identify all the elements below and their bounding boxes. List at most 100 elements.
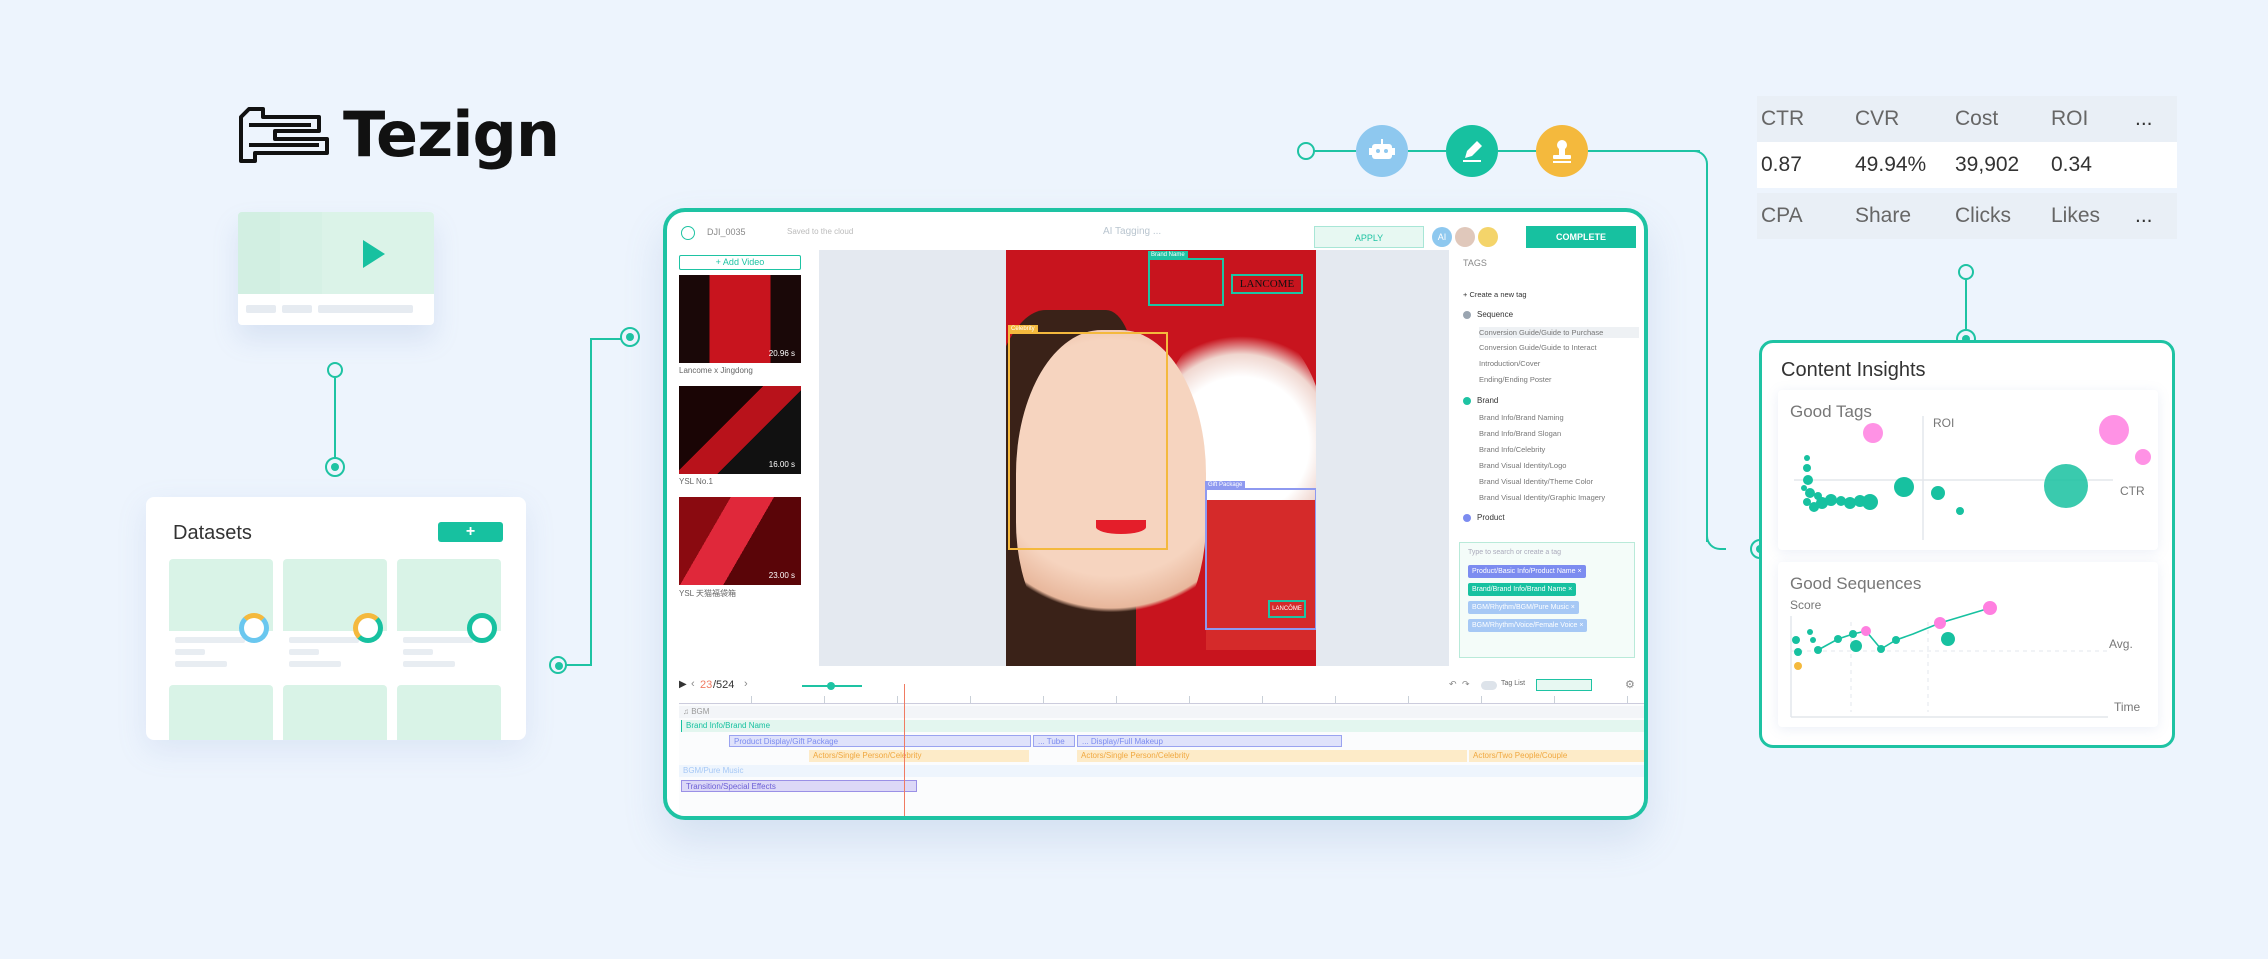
track-product[interactable]: ... Tube bbox=[1033, 735, 1075, 747]
metrics-more-row: CPA Share Clicks Likes ... bbox=[1757, 193, 2177, 239]
tag-group-sequence[interactable]: Sequence bbox=[1463, 310, 1513, 319]
undo-icon[interactable]: ↶ bbox=[1449, 679, 1457, 690]
track-transition[interactable]: Transition/Special Effects bbox=[681, 780, 917, 792]
tag-chip[interactable]: Product/Basic Info/Product Name × bbox=[1468, 565, 1586, 578]
tezign-logo-icon bbox=[239, 106, 329, 163]
apply-button[interactable]: APPLY bbox=[1314, 226, 1424, 248]
tag-list-label: Tag List bbox=[1501, 680, 1526, 687]
ai-avatar[interactable]: AI bbox=[1432, 227, 1452, 247]
tag-group-brand[interactable]: Brand bbox=[1463, 396, 1498, 405]
tag-item[interactable]: Brand Visual Identity/Graphic Imagery bbox=[1479, 493, 1605, 502]
connector-line bbox=[1314, 150, 1356, 152]
track-bgm-music[interactable]: BGM/Pure Music bbox=[679, 765, 1644, 777]
settings-gear-icon[interactable]: ⚙ bbox=[1625, 678, 1635, 691]
zoom-slider-handle[interactable] bbox=[827, 682, 835, 690]
timeline[interactable]: ♫ BGM Brand Info/Brand Name Product Disp… bbox=[679, 696, 1644, 816]
insights-title: Content Insights bbox=[1781, 359, 1926, 381]
tag-item[interactable]: Brand Info/Brand Slogan bbox=[1479, 429, 1561, 438]
selected-tags-box[interactable]: Type to search or create a tag Product/B… bbox=[1459, 542, 1635, 658]
video-label: YSL No.1 bbox=[679, 477, 713, 486]
stamp-avatar[interactable] bbox=[1478, 227, 1498, 247]
stamp-icon[interactable] bbox=[1536, 125, 1588, 177]
prev-frame-icon[interactable]: ‹ bbox=[691, 678, 695, 690]
video-thumbnail[interactable]: 16.00 s bbox=[679, 386, 801, 474]
play-icon[interactable] bbox=[363, 240, 385, 268]
view-toggle[interactable] bbox=[1536, 679, 1592, 691]
lancome-detection-box[interactable]: LANCOME bbox=[1231, 274, 1303, 294]
track-bgm[interactable]: ♫ BGM bbox=[679, 706, 1644, 718]
add-video-button[interactable]: + Add Video bbox=[679, 255, 801, 270]
person-detection-box[interactable]: Celebrity bbox=[1008, 325, 1168, 550]
tag-item[interactable]: Brand Info/Brand Naming bbox=[1479, 413, 1564, 422]
metrics-value-row: 0.87 49.94% 39,902 0.34 bbox=[1757, 142, 2177, 188]
dataset-card[interactable] bbox=[169, 685, 273, 740]
time-ruler[interactable] bbox=[679, 696, 1644, 704]
tag-item[interactable]: Conversion Guide/Guide to Interact bbox=[1479, 343, 1597, 352]
user-avatar[interactable] bbox=[1455, 227, 1475, 247]
connector-node bbox=[325, 457, 345, 477]
robot-icon[interactable] bbox=[1356, 125, 1408, 177]
good-tags-bubbles bbox=[1794, 415, 2151, 540]
total-frames: /524 bbox=[713, 679, 735, 691]
dataset-card[interactable] bbox=[283, 685, 387, 740]
tags-panel: TAGS + Create a new tag Sequence Convers… bbox=[1451, 250, 1644, 676]
play-button[interactable]: ▶ bbox=[679, 679, 687, 690]
video-thumbnail[interactable]: 20.96 s bbox=[679, 275, 801, 363]
tag-group-product[interactable]: Product bbox=[1463, 513, 1505, 522]
pen-icon[interactable] bbox=[1446, 125, 1498, 177]
dataset-card[interactable] bbox=[397, 685, 501, 740]
playhead[interactable] bbox=[904, 684, 905, 816]
video-thumbnail[interactable]: 23.00 s bbox=[679, 497, 801, 585]
metrics-header-row: CTR CVR Cost ROI ... bbox=[1757, 96, 2177, 142]
video-card[interactable] bbox=[238, 212, 434, 325]
tag-item[interactable]: Conversion Guide/Guide to Purchase bbox=[1479, 327, 1639, 338]
good-tags-chart[interactable]: Good Tags ROI CTR bbox=[1778, 390, 2158, 550]
brand-name-detection-box[interactable]: Brand Name bbox=[1148, 251, 1224, 306]
product-logo-detection-box[interactable]: LANCÔME bbox=[1268, 600, 1306, 618]
video-tagging-editor: DJI_0035 Saved to the cloud AI Tagging .… bbox=[663, 208, 1648, 820]
connector-line bbox=[1408, 150, 1446, 152]
tag-item[interactable]: Introduction/Cover bbox=[1479, 359, 1540, 368]
tag-item[interactable]: Brand Visual Identity/Theme Color bbox=[1479, 477, 1593, 486]
tag-item[interactable]: Brand Info/Celebrity bbox=[1479, 445, 1545, 454]
tag-chip[interactable]: BGM/Rhythm/Voice/Female Voice × bbox=[1468, 619, 1588, 632]
tag-chip[interactable]: Brand/Brand Info/Brand Name × bbox=[1468, 583, 1577, 596]
connector-node bbox=[1958, 264, 1974, 280]
track-actors[interactable]: Actors/Single Person/Celebrity bbox=[1077, 750, 1467, 762]
create-tag-button[interactable]: + Create a new tag bbox=[1463, 290, 1527, 299]
progress-ring-icon bbox=[353, 613, 383, 643]
good-sequences-chart[interactable]: Good Sequences Score Avg. Time bbox=[1778, 562, 2158, 727]
file-name[interactable]: DJI_0035 bbox=[707, 227, 746, 237]
tag-item[interactable]: Ending/Ending Poster bbox=[1479, 375, 1552, 384]
brand-name: Tezign bbox=[343, 98, 560, 171]
progress-ring-icon bbox=[467, 613, 497, 643]
connector-line bbox=[334, 378, 336, 458]
complete-button[interactable]: COMPLETE bbox=[1526, 226, 1636, 248]
tag-search-input[interactable]: Type to search or create a tag bbox=[1468, 549, 1561, 556]
tag-chip[interactable]: BGM/Rhythm/BGM/Pure Music × bbox=[1468, 601, 1579, 614]
connector-line bbox=[1588, 150, 1700, 152]
back-icon[interactable] bbox=[681, 226, 695, 240]
next-frame-icon[interactable]: › bbox=[744, 678, 748, 690]
track-product[interactable]: ... Display/Full Makeup bbox=[1077, 735, 1342, 747]
track-actors[interactable]: Actors/Two People/Couple bbox=[1469, 750, 1644, 762]
video-meta bbox=[246, 305, 413, 313]
more-metrics-icon[interactable]: ... bbox=[2135, 107, 2175, 131]
tags-header: TAGS bbox=[1463, 258, 1487, 268]
add-dataset-button[interactable]: + bbox=[438, 522, 503, 542]
connector-line bbox=[590, 338, 622, 340]
video-canvas[interactable]: Brand Name LANCOME Celebrity Gift Packag… bbox=[819, 250, 1449, 666]
tag-item[interactable]: Brand Visual Identity/Logo bbox=[1479, 461, 1566, 470]
ai-tagging-status: AI Tagging ... bbox=[1103, 226, 1162, 237]
track-brand-name[interactable]: Brand Info/Brand Name bbox=[681, 720, 1644, 732]
video-frame[interactable]: Brand Name LANCOME Celebrity Gift Packag… bbox=[1006, 250, 1316, 666]
more-metrics-icon[interactable]: ... bbox=[2135, 204, 2175, 228]
content-insights-panel: Content Insights Good Tags ROI CTR Good … bbox=[1759, 340, 2175, 748]
tag-list-toggle[interactable] bbox=[1481, 681, 1497, 690]
metrics-table: CTR CVR Cost ROI ... 0.87 49.94% 39,902 … bbox=[1757, 96, 2177, 241]
track-actors[interactable]: Actors/Single Person/Celebrity bbox=[809, 750, 1029, 762]
connector-line bbox=[1965, 280, 1967, 330]
track-product[interactable]: Product Display/Gift Package bbox=[729, 735, 1031, 747]
redo-icon[interactable]: ↷ bbox=[1462, 679, 1470, 690]
connector-line bbox=[590, 340, 592, 666]
